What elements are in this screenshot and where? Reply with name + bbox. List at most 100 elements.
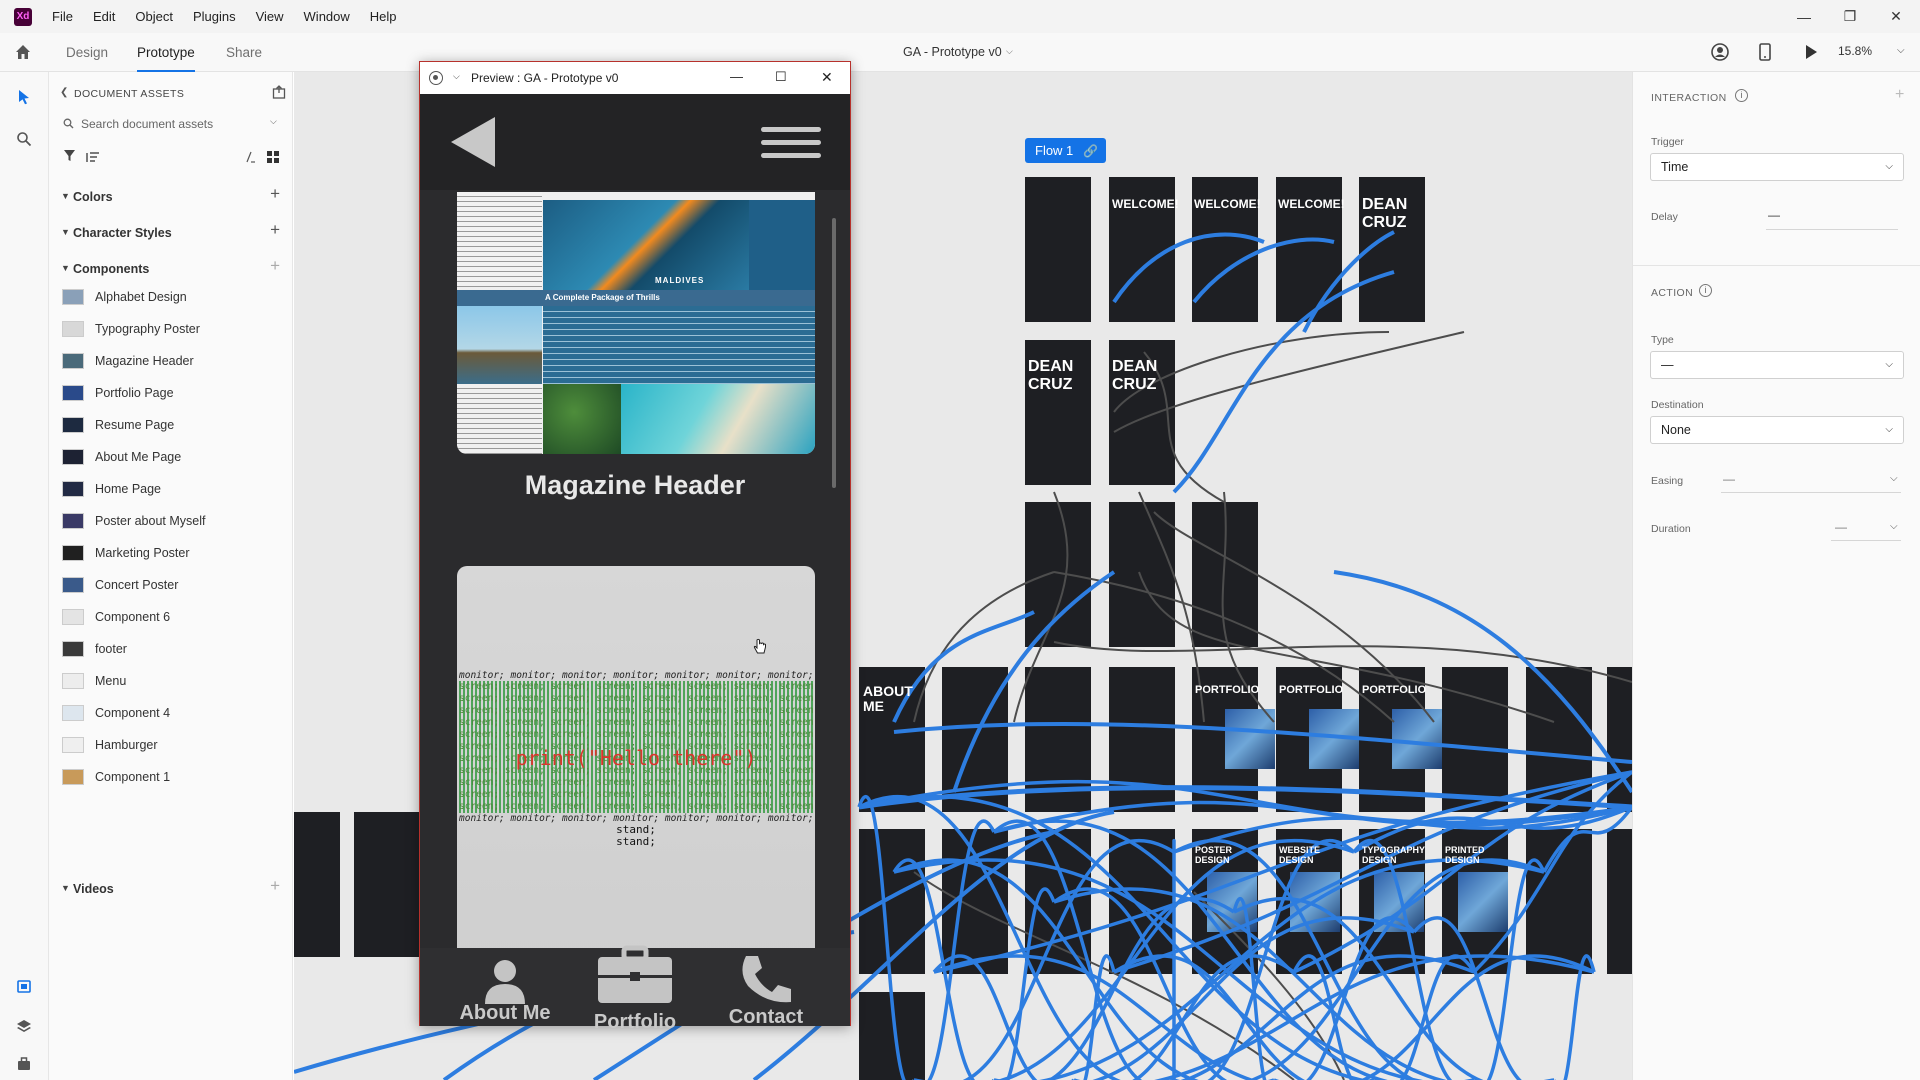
type-select[interactable]: — ⌵: [1650, 351, 1904, 379]
component-item[interactable]: Concert Poster: [62, 573, 178, 597]
tab-prototype[interactable]: Prototype: [137, 33, 195, 72]
preview-scroll-area[interactable]: A Complete Package of Thrills MALDIVES M…: [420, 190, 850, 948]
search-field[interactable]: Search document assets ⌵: [61, 112, 281, 136]
add-video-button[interactable]: +: [270, 876, 280, 896]
footer-about-me[interactable]: About Me: [440, 948, 570, 1026]
grid-view-icon[interactable]: [267, 150, 279, 168]
add-color-button[interactable]: +: [270, 184, 280, 204]
chevron-down-icon[interactable]: ⌵: [1006, 46, 1013, 57]
component-item[interactable]: Poster about Myself: [62, 509, 205, 533]
filter-icon[interactable]: [63, 149, 76, 167]
tab-design[interactable]: Design: [66, 33, 108, 72]
menu-window[interactable]: Window: [304, 9, 350, 24]
menu-help[interactable]: Help: [370, 9, 397, 24]
component-item[interactable]: Component 6: [62, 605, 170, 629]
component-item[interactable]: Hamburger: [62, 733, 158, 757]
add-interaction-button[interactable]: +: [1895, 86, 1904, 104]
colors-section-title[interactable]: Colors: [73, 190, 113, 204]
user-icon[interactable]: [1710, 42, 1730, 67]
record-icon[interactable]: [429, 71, 443, 85]
duration-chevron-icon[interactable]: ⌵: [1890, 521, 1898, 532]
back-arrow-icon[interactable]: [449, 115, 499, 174]
component-item[interactable]: Magazine Header: [62, 349, 194, 373]
add-component-button[interactable]: +: [270, 256, 280, 276]
components-chevron-icon[interactable]: ▼: [61, 263, 70, 273]
restore-icon[interactable]: ❐: [1827, 0, 1873, 33]
menu-view[interactable]: View: [256, 9, 284, 24]
duration-value[interactable]: —: [1835, 520, 1847, 534]
layers-icon[interactable]: [13, 1015, 35, 1037]
hamburger-menu-icon[interactable]: [761, 127, 821, 164]
close-icon[interactable]: ✕: [1873, 0, 1919, 33]
preview-menu-chevron-icon[interactable]: ⌵: [453, 71, 460, 82]
connection-wire: [1192, 237, 1335, 304]
trigger-select[interactable]: Time ⌵: [1650, 153, 1904, 181]
play-icon[interactable]: [1803, 43, 1819, 66]
search-icon[interactable]: [13, 128, 35, 150]
zoom-chevron-icon[interactable]: ⌵: [1897, 45, 1905, 56]
add-character-style-button[interactable]: +: [270, 220, 280, 240]
preview-title-bar: ⌵ Preview : GA - Prototype v0 — ☐ ✕: [420, 62, 850, 94]
component-item[interactable]: Portfolio Page: [62, 381, 174, 405]
typography-poster-card[interactable]: monitor; monitor; monitor; monitor; moni…: [457, 566, 815, 948]
component-item[interactable]: Typography Poster: [62, 317, 200, 341]
component-item[interactable]: About Me Page: [62, 445, 181, 469]
minimize-icon[interactable]: —: [1781, 0, 1827, 33]
connection-wire: [1554, 954, 1596, 1080]
component-item[interactable]: footer: [62, 637, 127, 661]
screen-code-line: screen; screen; screen; screen; screen; …: [459, 693, 813, 705]
component-item[interactable]: Component 1: [62, 765, 170, 789]
component-item[interactable]: Marketing Poster: [62, 541, 189, 565]
plugins-icon[interactable]: [13, 1053, 35, 1075]
document-assets-icon[interactable]: [13, 975, 35, 997]
footer-contact[interactable]: Contact: [701, 948, 831, 1028]
footer-portfolio[interactable]: Portfolio: [570, 945, 700, 1033]
delay-value[interactable]: —: [1768, 208, 1780, 222]
home-icon[interactable]: [14, 43, 32, 66]
preview-minimize-icon[interactable]: —: [730, 69, 743, 84]
link-icon[interactable]: 🔗: [1083, 144, 1098, 158]
preview-window[interactable]: ⌵ Preview : GA - Prototype v0 — ☐ ✕ A Co…: [419, 61, 851, 1033]
videos-chevron-icon[interactable]: ▼: [61, 883, 70, 893]
flow-start-badge[interactable]: Flow 1 🔗: [1025, 138, 1107, 163]
components-section-title[interactable]: Components: [73, 262, 149, 276]
component-item[interactable]: Alphabet Design: [62, 285, 187, 309]
preview-close-icon[interactable]: ✕: [821, 69, 833, 86]
videos-section-title[interactable]: Videos: [73, 882, 114, 896]
character-styles-section-title[interactable]: Character Styles: [73, 226, 172, 240]
menu-edit[interactable]: Edit: [93, 9, 115, 24]
document-title[interactable]: GA - Prototype v0: [903, 33, 1002, 72]
tab-share[interactable]: Share: [226, 33, 262, 72]
component-label: Menu: [95, 674, 127, 688]
export-icon[interactable]: [272, 85, 286, 104]
sort-list-icon[interactable]: [86, 150, 100, 168]
connection-wire: [952, 570, 1116, 793]
easing-chevron-icon[interactable]: ⌵: [1890, 473, 1898, 484]
destination-select[interactable]: None ⌵: [1650, 416, 1904, 444]
char-styles-chevron-icon[interactable]: ▼: [61, 227, 70, 237]
document-assets-panel: ❮ DOCUMENT ASSETS Search document assets…: [49, 72, 293, 1080]
magazine-header-card[interactable]: A Complete Package of Thrills MALDIVES: [457, 192, 815, 454]
preview-scrollbar[interactable]: [832, 218, 836, 488]
menu-file[interactable]: File: [52, 9, 73, 24]
component-item[interactable]: Menu: [62, 669, 126, 693]
back-chevron-icon[interactable]: ❮: [60, 87, 68, 98]
menu-plugins[interactable]: Plugins: [193, 9, 236, 24]
artboard-title: DEAN CRUZ: [1362, 196, 1408, 231]
easing-value[interactable]: —: [1723, 472, 1735, 486]
palm-image: [543, 384, 621, 454]
colors-chevron-icon[interactable]: ▼: [61, 191, 70, 201]
menu-object[interactable]: Object: [135, 9, 173, 24]
list-view-icon[interactable]: [244, 150, 256, 168]
component-item[interactable]: Resume Page: [62, 413, 174, 437]
zoom-level[interactable]: 15.8%: [1838, 44, 1872, 58]
preview-maximize-icon[interactable]: ☐: [775, 69, 787, 85]
device-preview-icon[interactable]: [1757, 42, 1773, 67]
select-tool-icon[interactable]: [13, 86, 35, 108]
component-item[interactable]: Home Page: [62, 477, 161, 501]
component-item[interactable]: Component 4: [62, 701, 170, 725]
info-icon[interactable]: i: [1735, 89, 1748, 102]
search-dropdown-icon[interactable]: ⌵: [270, 116, 277, 127]
action-info-icon[interactable]: i: [1699, 284, 1712, 297]
component-label: Hamburger: [95, 738, 158, 752]
